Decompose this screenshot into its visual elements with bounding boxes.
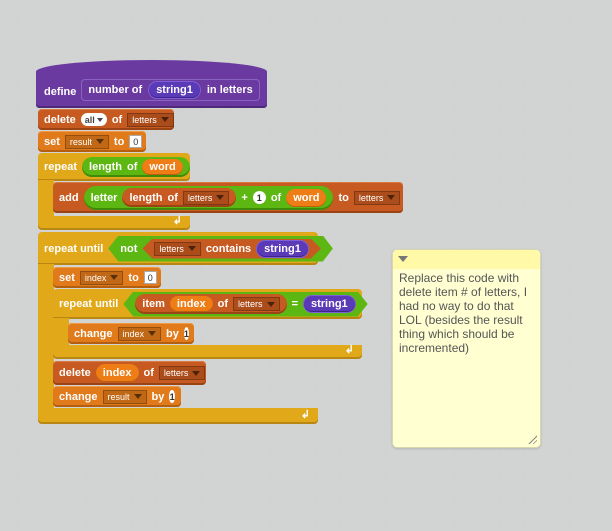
list-contains-predicate[interactable]: letters contains string1 <box>142 239 320 259</box>
chevron-down-icon <box>267 302 275 307</box>
repeat-c-arm <box>38 180 54 218</box>
loop-arrow-icon: ↲ <box>172 215 182 227</box>
variable-dropdown[interactable]: result <box>102 389 147 404</box>
letter-of-reporter[interactable]: letter length of letters + 1 of word <box>83 185 334 210</box>
number-input[interactable]: 1 <box>252 191 266 204</box>
collapse-triangle-icon[interactable] <box>398 256 408 262</box>
resize-handle-icon[interactable] <box>527 434 537 444</box>
list-dropdown[interactable]: letters <box>158 366 206 380</box>
value-input[interactable]: 0 <box>143 271 157 284</box>
of-label: of <box>143 367 154 379</box>
to-label: to <box>128 271 139 284</box>
param-string1[interactable]: string1 <box>256 240 309 258</box>
chevron-down-icon <box>216 195 225 200</box>
repeat-footer: ↲ <box>38 215 190 230</box>
list-dropdown[interactable]: letters <box>353 190 401 205</box>
index-variable[interactable]: index <box>170 296 213 312</box>
to-label: to <box>113 135 125 148</box>
chevron-down-icon <box>95 139 104 144</box>
repeat-until-c-arm <box>38 264 54 410</box>
number-input[interactable]: 1 <box>183 327 189 340</box>
number-input[interactable]: 1 <box>169 390 175 403</box>
param-string1[interactable]: string1 <box>303 295 356 313</box>
repeat-keyword: repeat <box>44 161 78 173</box>
comment-text[interactable]: Replace this code with delete item # of … <box>393 269 540 357</box>
chevron-down-icon <box>192 370 201 376</box>
variable-dropdown[interactable]: index <box>117 326 162 341</box>
chevron-down-icon <box>133 394 142 399</box>
set-result-block[interactable]: set result to 0 <box>38 131 146 152</box>
repeat-until-block-inner[interactable]: repeat until item index of letters = str… <box>53 289 362 319</box>
comment-header[interactable] <box>393 250 540 269</box>
delete-keyword: delete <box>44 113 76 126</box>
item-of-list-reporter[interactable]: item index of letters <box>135 294 286 314</box>
chevron-down-icon <box>148 331 157 336</box>
equals-operator[interactable]: item index of letters = string1 <box>123 292 367 317</box>
repeat-until-footer: ↲ <box>38 408 318 424</box>
repeat-until-inner-footer: ↲ <box>53 344 362 359</box>
list-dropdown[interactable]: letters <box>154 242 201 256</box>
comment-note[interactable]: Replace this code with delete item # of … <box>392 249 541 448</box>
add-to-list-block[interactable]: add letter length of letters + 1 of word… <box>53 182 403 213</box>
to-label: to <box>338 191 349 204</box>
add-keyword: add <box>59 191 79 204</box>
repeat-until-keyword: repeat until <box>44 242 104 255</box>
length-of-reporter[interactable]: length of word <box>82 157 190 177</box>
length-of-list-reporter[interactable]: length of letters <box>122 188 237 207</box>
delete-which-dropdown[interactable]: all <box>80 113 107 126</box>
not-operator[interactable]: not letters contains string1 <box>108 236 333 262</box>
chevron-down-icon <box>96 117 103 122</box>
change-index-block[interactable]: change index by 1 <box>68 323 194 344</box>
define-keyword: define <box>44 86 77 98</box>
variable-dropdown[interactable]: index <box>79 270 124 285</box>
equals-sign: = <box>291 298 298 310</box>
variable-dropdown[interactable]: result <box>64 134 109 149</box>
repeat-until-block[interactable]: repeat until not letters contains string… <box>38 232 318 265</box>
set-keyword: set <box>44 135 60 148</box>
by-label: by <box>166 327 179 340</box>
repeat-until-inner-c-arm <box>53 318 69 348</box>
define-label-post: in letters <box>206 84 253 96</box>
change-keyword: change <box>74 327 113 340</box>
set-keyword: set <box>59 271 75 284</box>
list-dropdown[interactable]: letters <box>233 297 280 311</box>
repeat-block[interactable]: repeat length of word <box>38 153 190 181</box>
change-result-block[interactable]: change result by 1 <box>53 386 181 407</box>
chevron-down-icon <box>160 117 169 122</box>
delete-all-block[interactable]: delete all of letters <box>38 109 174 130</box>
chevron-down-icon <box>387 195 396 200</box>
plus-operator: + <box>241 191 248 204</box>
by-label: by <box>151 390 165 403</box>
define-prototype[interactable]: number of string1 in letters <box>81 79 260 101</box>
of-label: of <box>111 113 123 126</box>
set-index-block[interactable]: set index to 0 <box>53 267 161 288</box>
index-variable[interactable]: index <box>95 364 139 382</box>
define-label-pre: number of <box>88 84 143 96</box>
loop-arrow-icon: ↲ <box>300 409 310 421</box>
loop-arrow-icon: ↲ <box>344 344 354 356</box>
delete-index-block[interactable]: delete index of letters <box>53 361 206 385</box>
word-variable[interactable]: word <box>142 159 183 175</box>
chevron-down-icon <box>110 275 119 280</box>
param-string1[interactable]: string1 <box>148 81 201 99</box>
define-block[interactable]: define number of string1 in letters <box>36 60 267 108</box>
list-dropdown[interactable]: letters <box>182 190 230 205</box>
word-variable[interactable]: word <box>286 188 327 207</box>
repeat-until-keyword: repeat until <box>59 298 119 310</box>
list-dropdown[interactable]: letters <box>127 112 174 127</box>
delete-keyword: delete <box>59 367 91 379</box>
change-keyword: change <box>59 390 98 403</box>
value-input[interactable]: 0 <box>129 135 143 148</box>
chevron-down-icon <box>188 246 196 251</box>
